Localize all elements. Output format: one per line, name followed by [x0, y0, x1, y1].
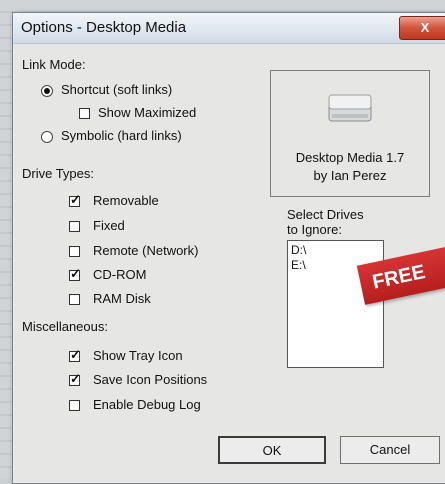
check-mark-icon: ✓: [70, 371, 81, 386]
symbolic-radio[interactable]: [41, 131, 53, 143]
removable-label[interactable]: Removable: [93, 193, 159, 208]
ram-disk-label[interactable]: RAM Disk: [93, 291, 151, 306]
cd-rom-label[interactable]: CD-ROM: [93, 267, 146, 282]
save-icon-positions-checkbox[interactable]: ✓: [69, 371, 81, 386]
shortcut-radio[interactable]: [41, 85, 53, 97]
enable-debug-log-label[interactable]: Enable Debug Log: [93, 397, 201, 412]
show-tray-icon-checkbox[interactable]: ✓: [69, 347, 81, 362]
check-mark-icon: ✓: [70, 192, 81, 207]
symbolic-radio-label[interactable]: Symbolic (hard links): [61, 128, 182, 143]
window-title: Options - Desktop Media: [21, 19, 187, 36]
miscellaneous-label: Miscellaneous:: [22, 319, 108, 334]
removable-checkbox[interactable]: ✓: [69, 192, 81, 207]
app-name: Desktop Media 1.7: [295, 150, 405, 165]
enable-debug-log-checkbox[interactable]: [69, 400, 80, 411]
ok-button[interactable]: OK: [218, 436, 326, 464]
radio-selected-dot: [44, 88, 50, 94]
cd-rom-checkbox[interactable]: ✓: [69, 266, 81, 281]
show-maximized-label[interactable]: Show Maximized: [98, 105, 196, 120]
drive-list-item[interactable]: D:\: [291, 243, 306, 257]
title-bar[interactable]: Options - Desktop Media X: [13, 13, 445, 44]
drive-list-item[interactable]: E:\: [291, 258, 306, 272]
shortcut-radio-label[interactable]: Shortcut (soft links): [61, 82, 172, 97]
remote-network-checkbox[interactable]: [69, 246, 80, 257]
ram-disk-checkbox[interactable]: [69, 294, 80, 305]
fixed-checkbox[interactable]: [69, 221, 80, 232]
close-button[interactable]: X: [399, 16, 445, 40]
drive-icon: [328, 94, 372, 122]
check-mark-icon: ✓: [70, 266, 81, 281]
cancel-button[interactable]: Cancel: [340, 436, 440, 464]
show-tray-icon-label[interactable]: Show Tray Icon: [93, 348, 183, 363]
drive-types-label: Drive Types:: [22, 166, 95, 181]
show-maximized-checkbox[interactable]: [79, 108, 90, 119]
remote-network-label[interactable]: Remote (Network): [93, 243, 198, 258]
check-mark-icon: ✓: [70, 347, 81, 362]
options-dialog: Options - Desktop Media X Link Mode: Sho…: [12, 12, 445, 484]
save-icon-positions-label[interactable]: Save Icon Positions: [93, 372, 207, 387]
link-mode-label: Link Mode:: [22, 57, 86, 72]
about-box: Desktop Media 1.7 by Ian Perez: [270, 70, 430, 197]
app-author: by Ian Perez: [313, 168, 387, 183]
ignore-label-line1: Select Drives: [287, 207, 364, 222]
fixed-label[interactable]: Fixed: [93, 218, 125, 233]
ignore-label-line2: to Ignore:: [287, 222, 342, 237]
